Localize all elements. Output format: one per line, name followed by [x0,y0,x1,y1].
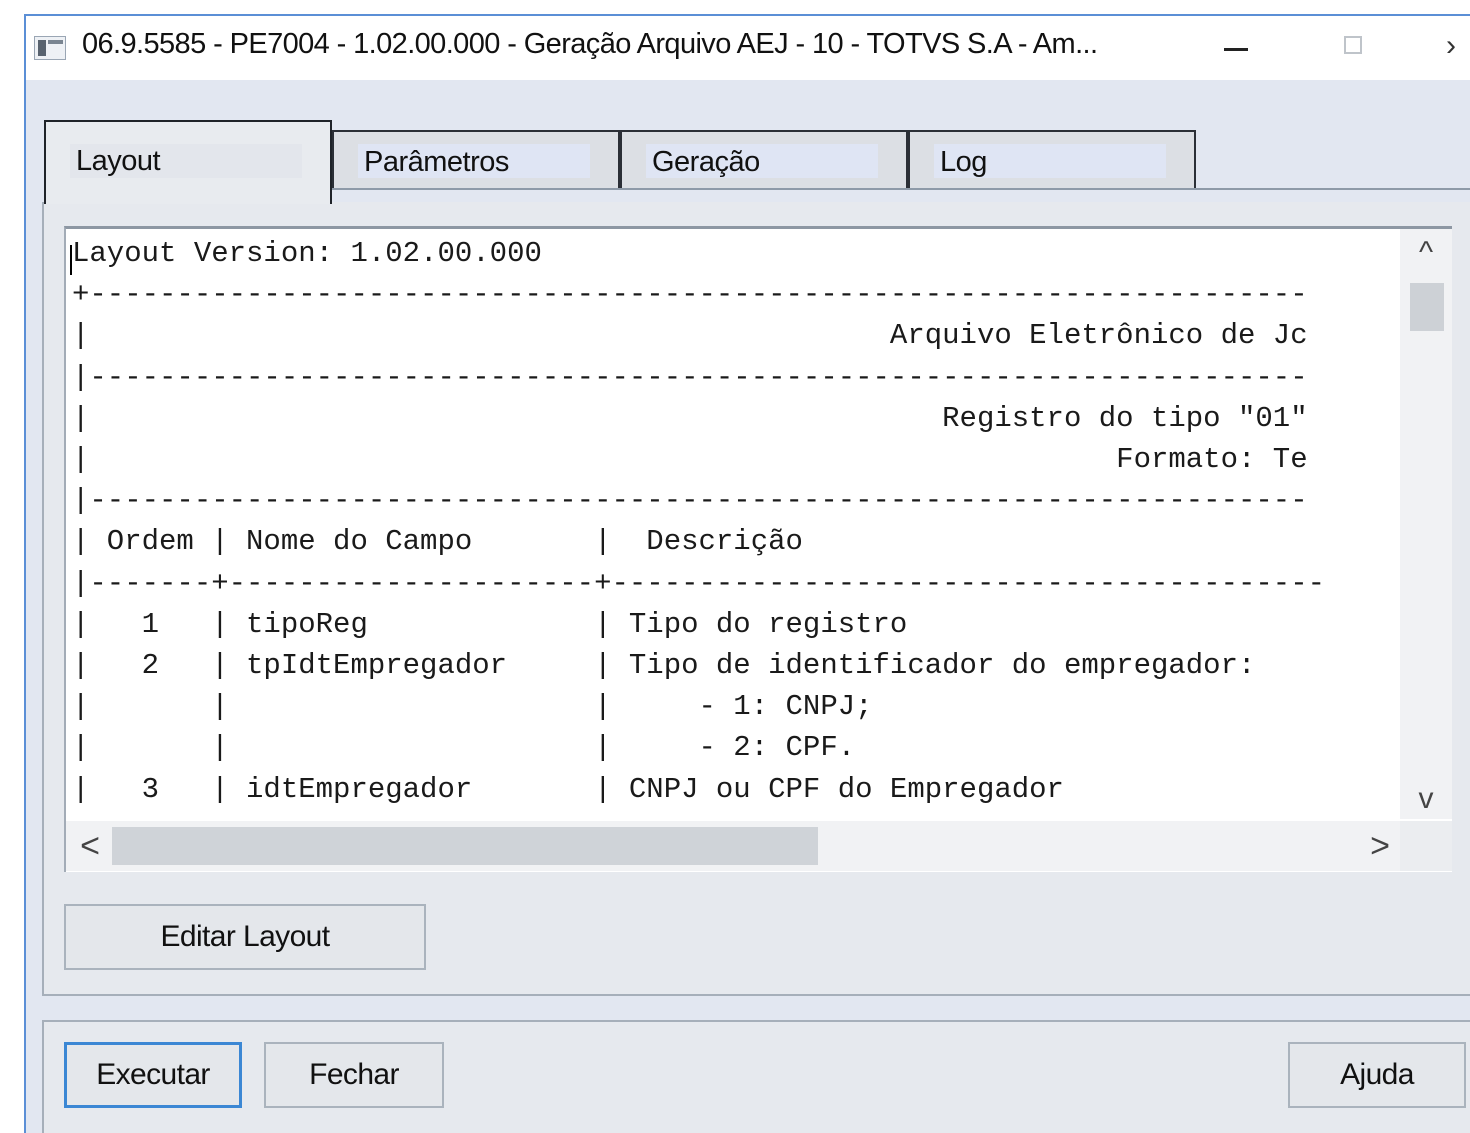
edit-layout-button[interactable]: Editar Layout [64,904,426,970]
layout-text-line: | Ordem | Nome do Campo | Descrição [72,525,803,559]
layout-text-line: | | | - 1: CNPJ; [72,690,873,724]
tab-label: Log [940,146,987,178]
close-dialog-button[interactable]: Fechar [264,1042,444,1108]
tab-label: Parâmetros [364,146,509,178]
tab-label: Layout [76,145,161,177]
tab-strip: Layout Parâmetros Geração Log [44,120,1470,204]
layout-text-line: | Arquivo Eletrônico de Jc [72,319,1308,353]
vertical-scrollbar[interactable]: ^ v [1400,229,1452,819]
minimize-button[interactable] [1206,24,1266,68]
scroll-down-icon[interactable]: v [1400,781,1452,817]
layout-tab-panel: Layout Version: 1.02.00.000 +------------… [42,202,1470,996]
scroll-left-icon[interactable]: < [72,821,108,871]
tab-strip-divider [330,188,1470,190]
layout-text-line: | 1 | tipoReg | Tipo do registro [72,607,908,641]
app-window-icon[interactable] [34,36,66,60]
close-button[interactable]: › [1446,24,1470,68]
execute-button[interactable]: Executar [64,1042,242,1108]
tab-log[interactable]: Log [908,130,1196,188]
tab-geracao[interactable]: Geração [620,130,908,188]
scrollbar-corner [1400,821,1452,871]
help-button[interactable]: Ajuda [1288,1042,1466,1108]
layout-text-line: |---------------------------------------… [72,360,1308,394]
layout-text-line: | 2 | tpIdtEmpregador | Tipo de identifi… [72,649,1256,683]
dialog-window: 06.9.5585 - PE7004 - 1.02.00.000 - Geraç… [24,14,1470,1133]
tab-layout[interactable]: Layout [44,120,332,204]
window-title: 06.9.5585 - PE7004 - 1.02.00.000 - Geraç… [82,28,1098,60]
horizontal-scrollbar[interactable]: < > [66,821,1400,871]
scroll-up-icon[interactable]: ^ [1400,235,1452,271]
tab-parametros[interactable]: Parâmetros [332,130,620,188]
text-caret [70,245,72,275]
layout-text-line: | Formato: Te [72,443,1308,477]
layout-text-line: | | | - 2: CPF. [72,731,856,765]
footer-button-bar: Executar Fechar Ajuda [42,1020,1470,1133]
title-bar[interactable]: 06.9.5585 - PE7004 - 1.02.00.000 - Geraç… [26,16,1470,80]
maximize-button[interactable] [1324,24,1384,68]
layout-text-content[interactable]: Layout Version: 1.02.00.000 +------------… [72,233,1390,813]
layout-text-line: +---------------------------------------… [72,278,1308,312]
layout-text-line: | 3 | idtEmpregador | CNPJ ou CPF do Emp… [72,772,1064,806]
layout-text-line: | Registro do tipo "01" [72,401,1308,435]
layout-text-line: Layout Version: 1.02.00.000 [72,237,542,270]
tab-label: Geração [652,146,760,178]
scroll-right-icon[interactable]: > [1362,821,1398,871]
layout-text-line: |-------+---------------------+---------… [72,566,1326,600]
vertical-scroll-thumb[interactable] [1410,283,1444,331]
horizontal-scroll-thumb[interactable] [112,827,818,865]
layout-text-line: |---------------------------------------… [72,484,1308,518]
layout-text-viewer[interactable]: Layout Version: 1.02.00.000 +------------… [64,226,1452,872]
close-icon: › [1446,29,1456,62]
